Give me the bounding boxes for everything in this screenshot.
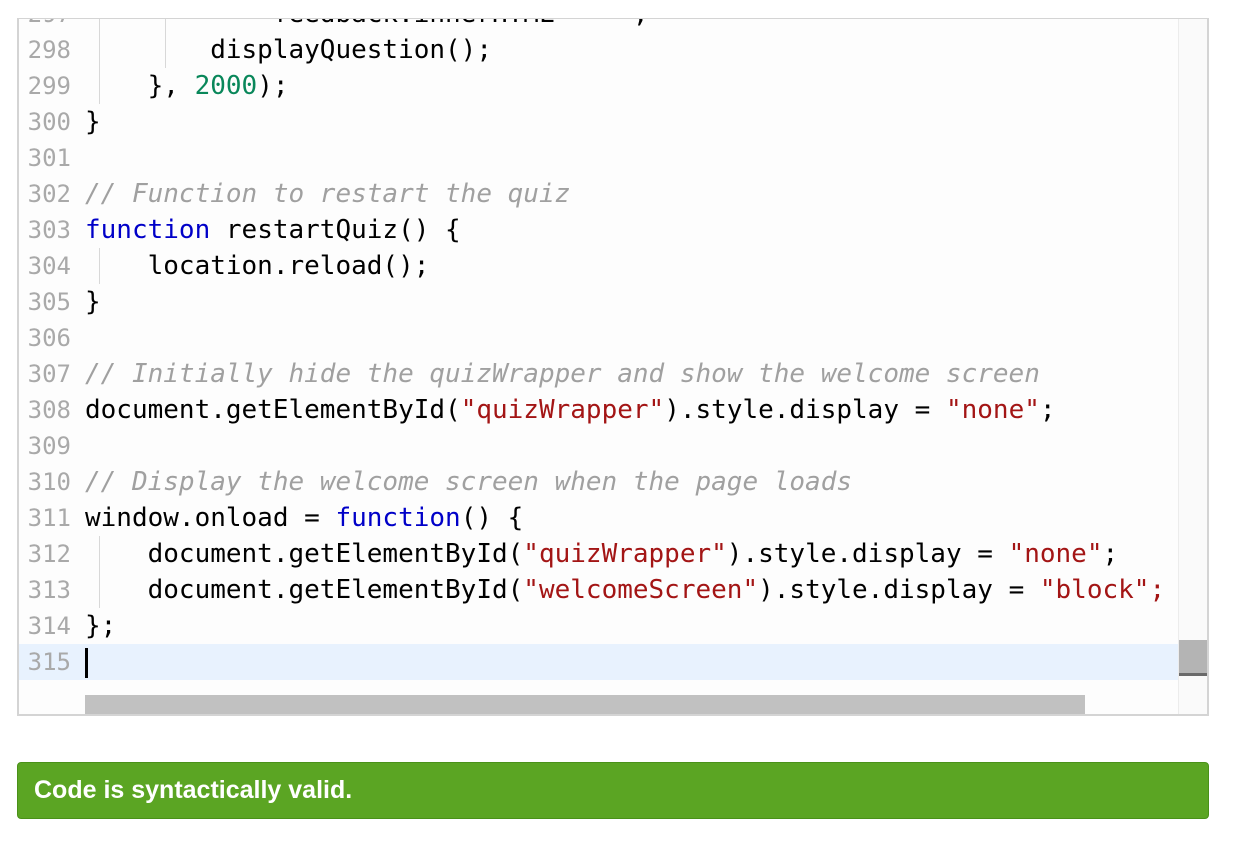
code-token: }, — [85, 71, 195, 101]
line-number: 309 — [27, 432, 71, 460]
code-token: function — [85, 215, 211, 245]
code-text: document.getElementById("quizWrapper").s… — [85, 392, 1056, 428]
code-token: feedback.innerHTML = ""; — [85, 19, 649, 29]
code-text: window.onload = function() { — [85, 500, 523, 536]
code-line[interactable]: 305} — [19, 284, 1181, 320]
code-line[interactable]: 313 document.getElementById("welcomeScre… — [19, 572, 1181, 608]
code-token: // Display the welcome screen when the p… — [85, 467, 853, 497]
line-number: 302 — [27, 180, 71, 208]
code-text: displayQuestion(); — [85, 32, 492, 68]
code-line[interactable]: 302 // Function to restart the quiz — [19, 176, 1181, 212]
text-cursor — [85, 648, 88, 678]
line-number: 297 — [19, 19, 71, 32]
line-number: 313 — [27, 576, 71, 604]
code-line[interactable]: 301 — [19, 140, 1181, 176]
vertical-scrollbar-thumb[interactable] — [1179, 640, 1207, 676]
code-token: ; — [1102, 539, 1119, 569]
code-token: } — [85, 107, 101, 137]
code-text: // Display the welcome screen when the p… — [85, 464, 852, 500]
code-token: function — [335, 503, 461, 533]
line-number: 298 — [27, 36, 71, 64]
code-text: } — [85, 284, 101, 320]
code-token: displayQuestion(); — [85, 35, 492, 65]
code-token: // Initially hide the quizWrapper and sh… — [85, 359, 1040, 389]
code-text: } — [85, 104, 101, 140]
code-line[interactable]: 306 — [19, 320, 1181, 356]
code-text: document.getElementById("quizWrapper").s… — [85, 536, 1119, 572]
validation-status-message: Code is syntactically valid. — [34, 776, 353, 804]
line-number: 304 — [27, 252, 71, 280]
code-token: ).style.display = — [664, 395, 946, 425]
code-token: "none" — [1008, 539, 1103, 569]
validation-status-banner: Code is syntactically valid. — [17, 762, 1209, 819]
code-token: document.getElementById( — [85, 539, 524, 569]
code-line[interactable]: 311 window.onload = function() { — [19, 500, 1181, 536]
code-token: "none" — [945, 395, 1040, 425]
code-token: "quizWrapper" — [523, 539, 727, 569]
code-text: feedback.innerHTML = ""; — [85, 19, 649, 32]
code-token: } — [85, 287, 101, 317]
code-area[interactable]: 297 feedback.innerHTML = "";298 displayQ… — [19, 19, 1181, 714]
code-token: document.getElementById( — [85, 395, 461, 425]
line-number: 305 — [27, 288, 71, 316]
code-line[interactable]: 303 function restartQuiz() { — [19, 212, 1181, 248]
code-text: location.reload(); — [85, 248, 430, 284]
code-line[interactable]: 298 displayQuestion(); — [19, 32, 1181, 68]
code-text: function restartQuiz() { — [85, 212, 461, 248]
line-number: 314 — [27, 612, 71, 640]
line-number: 303 — [27, 216, 71, 244]
code-line[interactable]: 297 feedback.innerHTML = ""; — [19, 19, 1181, 32]
code-token: ).style.display = — [726, 539, 1009, 569]
code-token: }; — [85, 611, 117, 641]
code-token: () { — [460, 503, 524, 533]
line-number: 301 — [27, 144, 71, 172]
code-token: "block"; — [1039, 575, 1166, 605]
code-token: window.onload = — [85, 503, 336, 533]
code-token: // Function to restart the quiz — [85, 179, 571, 209]
code-line[interactable]: 314}; — [19, 608, 1181, 644]
code-editor[interactable]: 297 feedback.innerHTML = "";298 displayQ… — [17, 18, 1209, 716]
code-token: "quizWrapper" — [460, 395, 665, 425]
code-token: document.getElementById( — [85, 575, 524, 605]
code-line[interactable]: 309 — [19, 428, 1181, 464]
code-token: "welcomeScreen" — [523, 575, 759, 605]
code-token: restartQuiz() { — [210, 215, 461, 245]
code-line[interactable]: 312 document.getElementById("quizWrapper… — [19, 536, 1181, 572]
line-number: 307 — [27, 360, 71, 388]
code-line[interactable]: 300} — [19, 104, 1181, 140]
line-number: 306 — [27, 324, 71, 352]
code-line[interactable]: 308 document.getElementById("quizWrapper"… — [19, 392, 1181, 428]
code-token: location.reload(); — [85, 251, 430, 281]
line-number: 308 — [27, 396, 71, 424]
code-line[interactable]: 310 // Display the welcome screen when th… — [19, 464, 1181, 500]
code-token: ; — [1039, 395, 1056, 425]
code-text: // Initially hide the quizWrapper and sh… — [85, 356, 1040, 392]
code-line-active[interactable]: 315 — [19, 644, 1181, 680]
vertical-scrollbar[interactable] — [1178, 19, 1207, 714]
line-number: 312 — [27, 540, 71, 568]
code-text: document.getElementById("welcomeScreen")… — [85, 572, 1166, 608]
code-token: ); — [257, 71, 289, 101]
code-text: // Function to restart the quiz — [85, 176, 570, 212]
horizontal-scrollbar-thumb[interactable] — [85, 695, 1085, 714]
code-text: }, 2000); — [85, 68, 289, 104]
line-number: 300 — [27, 108, 71, 136]
code-line[interactable]: 299 }, 2000); — [19, 68, 1181, 104]
code-text: }; — [85, 608, 116, 644]
line-number: 315 — [27, 648, 71, 676]
line-number: 299 — [27, 72, 71, 100]
code-line[interactable]: 307 // Initially hide the quizWrapper and… — [19, 356, 1181, 392]
line-number: 311 — [27, 504, 71, 532]
code-token: 2000 — [194, 71, 258, 101]
line-number: 310 — [27, 468, 71, 496]
code-token: ).style.display = — [758, 575, 1040, 605]
code-line[interactable]: 304 location.reload(); — [19, 248, 1181, 284]
